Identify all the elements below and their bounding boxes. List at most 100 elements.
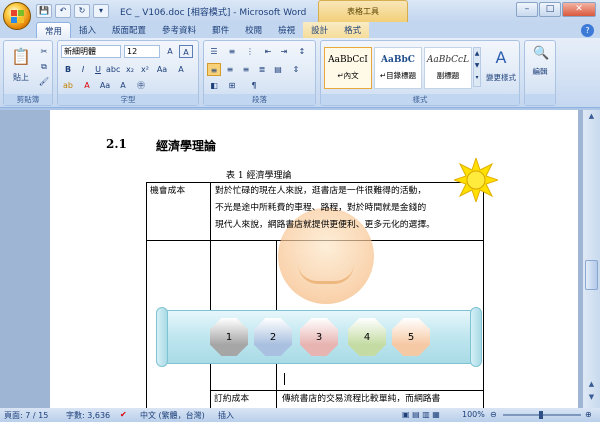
row1-label: 機會成本 (150, 186, 186, 196)
word-count[interactable]: 字數: 3,636 (66, 410, 110, 421)
distributed-icon[interactable]: ▤ (271, 63, 285, 76)
view-buttons[interactable]: ▣ ▤ ▥ ▦ (402, 410, 440, 419)
style-normal[interactable]: AaBbCcI ↵內文 (324, 47, 372, 89)
tab-view[interactable]: 檢視 (270, 22, 303, 38)
phonetic-icon[interactable]: A (116, 79, 130, 92)
scroll-up-icon[interactable]: ▲ (585, 112, 598, 124)
process-step-1[interactable]: 1 (210, 318, 248, 356)
style-name: ↵內文 (337, 71, 359, 80)
insert-mode[interactable]: 插入 (218, 410, 234, 421)
clipboard-group-label: 剪貼簿 (4, 94, 52, 105)
close-button[interactable]: ✕ (562, 2, 596, 17)
save-icon[interactable]: 💾 (36, 4, 52, 18)
tab-mailings[interactable]: 郵件 (204, 22, 237, 38)
clipboard-group: 📋 貼上 ✂ ⧉ 🖌 剪貼簿 (3, 40, 53, 106)
banner-left-roll (156, 307, 168, 367)
char-border-icon[interactable]: A (179, 45, 193, 58)
process-step-2[interactable]: 2 (254, 318, 292, 356)
show-marks-icon[interactable]: ¶ (247, 79, 261, 92)
office-logo-icon (10, 9, 24, 23)
strikethrough-icon[interactable]: abc (106, 63, 120, 76)
style-subtitle[interactable]: AaBbCcL 副標題 (424, 47, 472, 89)
tab-page-layout[interactable]: 版面配置 (104, 22, 154, 38)
editing-label[interactable]: 編輯 (525, 65, 555, 78)
customize-qat-icon[interactable]: ▾ (93, 4, 109, 18)
minimize-button[interactable]: – (516, 2, 538, 17)
increase-indent-icon[interactable]: ⇥ (277, 45, 291, 58)
ribbon: 📋 貼上 ✂ ⧉ 🖌 剪貼簿 新細明體 12 A A B I U abc x₂ … (0, 38, 600, 108)
vertical-scrollbar[interactable]: ▲ ▲ ▼ (583, 110, 600, 408)
cut-icon[interactable]: ✂ (37, 45, 51, 58)
paste-label[interactable]: 貼上 (6, 71, 36, 84)
numbering-icon[interactable]: ≡ (225, 45, 239, 58)
tab-design[interactable]: 設計 (303, 22, 337, 38)
scroll-thumb[interactable] (585, 260, 598, 290)
sort-icon[interactable]: ↕ (295, 45, 309, 58)
tab-format[interactable]: 格式 (336, 22, 370, 38)
copy-icon[interactable]: ⧉ (37, 60, 51, 73)
row3-label: 訂約成本 (214, 394, 250, 404)
tab-review[interactable]: 校閱 (237, 22, 270, 38)
office-button[interactable] (3, 2, 31, 30)
line-spacing-icon[interactable]: ⇕ (289, 63, 303, 76)
page-indicator[interactable]: 頁面: 7 / 15 (4, 410, 48, 421)
process-step-5[interactable]: 5 (392, 318, 430, 356)
char-shading-icon[interactable]: A (174, 63, 188, 76)
style-preview: AaBbCcL (426, 55, 470, 65)
borders-icon[interactable]: ⊞ (225, 79, 239, 92)
help-icon[interactable]: ? (581, 24, 594, 37)
font-group-label: 字型 (58, 94, 198, 105)
paste-icon[interactable]: 📋 (8, 45, 34, 69)
undo-icon[interactable]: ↶ (55, 4, 71, 18)
align-center-icon[interactable]: ≡ (223, 63, 237, 76)
italic-icon[interactable]: I (76, 63, 90, 76)
styles-scroll-icon[interactable]: ▲ ▼ ▾ (473, 47, 481, 87)
tab-references[interactable]: 參考資料 (154, 22, 204, 38)
maximize-button[interactable]: □ (539, 2, 561, 17)
paragraph-group: ☰ ≡ ⋮ ⇤ ⇥ ↕ ≡ ≡ ≡ ≣ ▤ ⇕ ◧ ⊞ ¶ 段落 (203, 40, 316, 106)
subscript-icon[interactable]: x₂ (123, 63, 137, 76)
justify-icon[interactable]: ≣ (255, 63, 269, 76)
multilevel-list-icon[interactable]: ⋮ (243, 45, 257, 58)
highlight-icon[interactable]: ab (61, 79, 75, 92)
process-step-3[interactable]: 3 (300, 318, 338, 356)
bullets-icon[interactable]: ☰ (207, 45, 221, 58)
font-size-combo[interactable]: 12 (124, 45, 160, 58)
style-preview: AaBbCcI (328, 55, 368, 65)
bold-icon[interactable]: B (61, 63, 75, 76)
superscript-icon[interactable]: x² (138, 63, 152, 76)
next-page-icon[interactable]: ▼ (585, 393, 598, 405)
redo-icon[interactable]: ↻ (74, 4, 90, 18)
tab-home[interactable]: 常用 (36, 22, 72, 38)
decrease-indent-icon[interactable]: ⇤ (261, 45, 275, 58)
process-step-4[interactable]: 4 (348, 318, 386, 356)
language-indicator[interactable]: 中文 (繁體，台灣) (140, 410, 205, 421)
change-case-icon[interactable]: Aa (155, 63, 169, 76)
section-title: 經濟學理論 (156, 139, 217, 153)
zoom-in-icon[interactable]: ⊕ (585, 410, 592, 419)
title-bar: 💾 ↶ ↻ ▾ EC _ V106.doc [相容模式] - Microsoft… (0, 0, 600, 22)
underline-icon[interactable]: U (91, 63, 105, 76)
char-scale-icon[interactable]: Aa (98, 79, 112, 92)
editing-group-label: · (525, 94, 555, 105)
tab-insert[interactable]: 插入 (71, 22, 104, 38)
align-left-icon[interactable]: ≡ (207, 63, 221, 76)
window-title: EC _ V106.doc [相容模式] - Microsoft Word (120, 8, 307, 18)
font-name-combo[interactable]: 新細明體 (61, 45, 121, 58)
shading-icon[interactable]: ◧ (207, 79, 221, 92)
enclose-char-icon[interactable]: ㊥ (134, 79, 148, 92)
format-painter-icon[interactable]: 🖌 (37, 75, 51, 88)
change-styles-label[interactable]: 變更樣式 (481, 71, 521, 84)
prev-page-icon[interactable]: ▲ (585, 380, 598, 392)
change-styles-icon[interactable]: A (487, 47, 515, 69)
style-toc-heading[interactable]: AaBbC ↵目錄標題 (374, 47, 422, 89)
zoom-slider-thumb[interactable] (539, 411, 543, 419)
font-color-icon[interactable]: A (80, 79, 94, 92)
proofing-icon[interactable]: ✔ (120, 410, 127, 419)
zoom-level[interactable]: 100% (462, 410, 485, 419)
binoculars-icon[interactable]: 🔍 (533, 47, 549, 60)
align-right-icon[interactable]: ≡ (239, 63, 253, 76)
zoom-out-icon[interactable]: ⊖ (490, 410, 497, 419)
smile-mouth-shape (298, 264, 354, 284)
grow-font-icon[interactable]: A (163, 45, 177, 58)
